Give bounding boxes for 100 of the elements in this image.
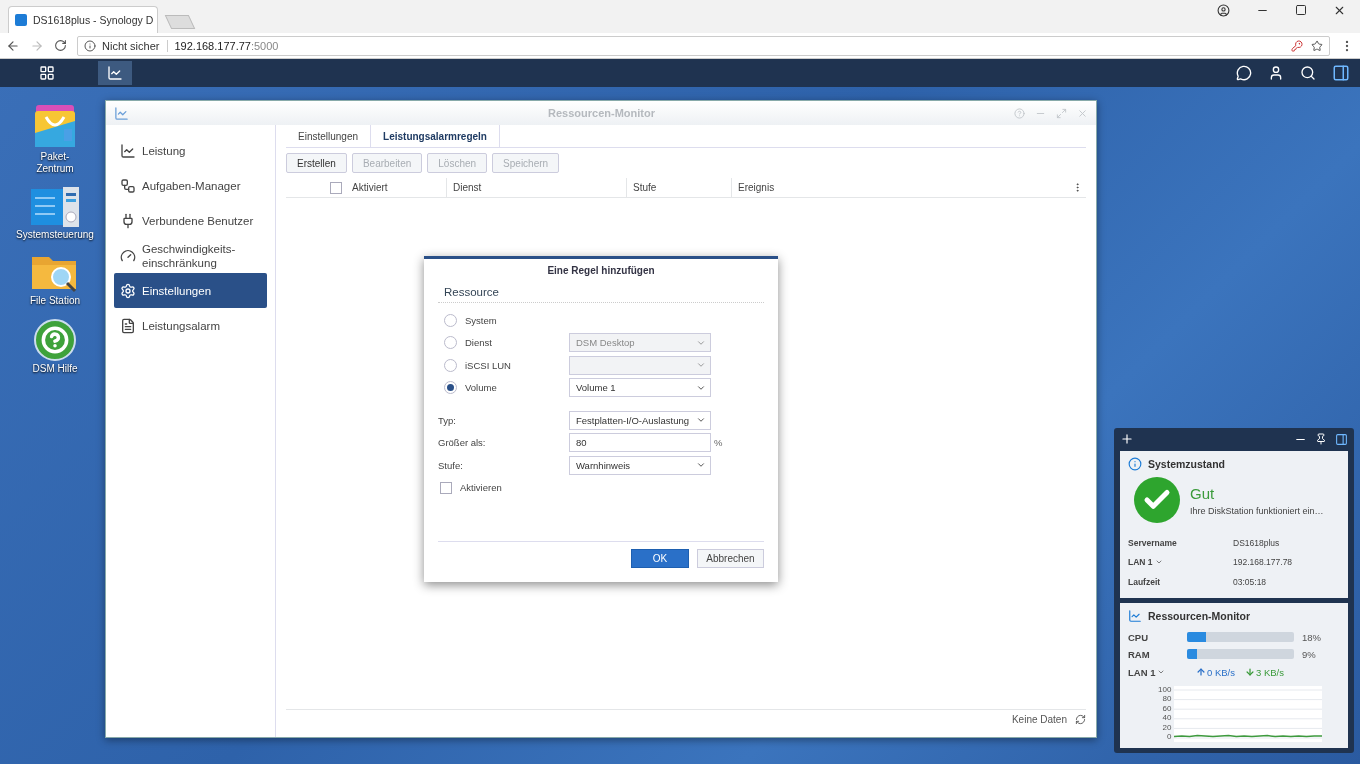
info-value: DS1618plus bbox=[1233, 537, 1281, 548]
select-all-checkbox[interactable] bbox=[330, 181, 342, 194]
list-document-icon bbox=[120, 317, 136, 334]
info-icon bbox=[1128, 457, 1142, 471]
dropdown[interactable]: Warnhinweis bbox=[569, 455, 711, 475]
field-label: Typ: bbox=[438, 414, 457, 426]
info-value: 03:05:18 bbox=[1233, 576, 1268, 587]
info-label[interactable]: LAN 1 bbox=[1128, 557, 1233, 568]
nodes-icon bbox=[120, 177, 136, 194]
field-label: Stufe: bbox=[438, 459, 464, 471]
status-text: Gut bbox=[1190, 484, 1216, 502]
desktop-icon-label[interactable]: Paket- Zentrum bbox=[36, 151, 74, 175]
star-icon[interactable] bbox=[1311, 39, 1323, 52]
help-icon[interactable] bbox=[34, 319, 76, 361]
column-header[interactable]: Ereignis bbox=[731, 178, 1072, 197]
dropdown[interactable]: Volume 1 bbox=[569, 378, 711, 398]
browser-tab[interactable]: DS1618plus - Synology D bbox=[8, 6, 158, 33]
sidebar-item[interactable]: Geschwindigkeits- einschränkung bbox=[114, 238, 267, 273]
axis-tick: 40 bbox=[1161, 714, 1172, 723]
add-icon[interactable] bbox=[1120, 432, 1134, 446]
radio-option[interactable]: iSCSI LUN bbox=[438, 358, 569, 372]
back-icon[interactable] bbox=[6, 38, 20, 53]
tab[interactable]: Einstellungen bbox=[286, 125, 372, 147]
info-label: Servername bbox=[1128, 537, 1178, 548]
axis-tick: 80 bbox=[1161, 695, 1172, 704]
desktop-icon-label[interactable]: File Station bbox=[30, 295, 80, 307]
unit-label: % bbox=[713, 437, 724, 449]
user-icon[interactable] bbox=[1268, 65, 1284, 81]
control-panel-icon[interactable] bbox=[31, 187, 79, 227]
meter-reading: 9% bbox=[1301, 648, 1317, 660]
reload-icon[interactable] bbox=[54, 39, 67, 52]
meter-label: RAM bbox=[1128, 648, 1151, 660]
column-header[interactable]: Dienst bbox=[446, 178, 626, 197]
refresh-icon[interactable] bbox=[1075, 714, 1086, 725]
chart-icon bbox=[107, 65, 123, 81]
download-arrow-icon bbox=[1245, 667, 1255, 677]
monitor-app-button[interactable] bbox=[98, 61, 132, 85]
check-icon bbox=[1134, 477, 1180, 523]
key-icon[interactable] bbox=[1291, 39, 1303, 52]
window-title: Ressourcen-Monitor bbox=[547, 107, 656, 119]
widgets-icon[interactable] bbox=[1332, 64, 1350, 82]
chat-icon[interactable] bbox=[1236, 65, 1252, 81]
meter-label: CPU bbox=[1128, 631, 1150, 643]
radio-option[interactable]: Volume bbox=[438, 381, 569, 395]
gauge-icon bbox=[120, 247, 136, 264]
grid-icon bbox=[39, 65, 55, 81]
sidebar-item[interactable]: Verbundene Benutzer bbox=[114, 203, 267, 238]
plug-icon bbox=[120, 212, 136, 229]
card-title: Ressourcen-Monitor bbox=[1148, 609, 1251, 622]
axis-tick: 0 bbox=[1165, 733, 1172, 742]
widgets-icon[interactable] bbox=[1335, 432, 1348, 446]
desktop-icon-label[interactable]: DSM Hilfe bbox=[32, 363, 78, 375]
toolbar-button[interactable]: Erstellen bbox=[286, 153, 347, 173]
lan-selector[interactable]: LAN 1 bbox=[1128, 666, 1186, 678]
sidebar-item[interactable]: Einstellungen bbox=[114, 273, 267, 308]
radio-option[interactable]: System bbox=[438, 313, 569, 327]
ok-button[interactable]: OK bbox=[631, 549, 689, 568]
maximize-icon[interactable] bbox=[1295, 4, 1307, 16]
tab[interactable]: Leistungsalarmregeln bbox=[371, 125, 500, 147]
info-value: 192.168.177.78 bbox=[1233, 557, 1294, 568]
dropdown[interactable]: Festplatten-I/O-Auslastung bbox=[569, 410, 711, 430]
meter-reading: 18% bbox=[1301, 631, 1322, 643]
close-icon[interactable] bbox=[1333, 4, 1346, 17]
upload-rate: 0 KB/s bbox=[1207, 666, 1235, 678]
section-title: Ressource bbox=[438, 286, 764, 303]
status-text: Keine Daten bbox=[1011, 714, 1067, 725]
sidebar-item[interactable]: Aufgaben-Manager bbox=[114, 168, 267, 203]
chart-icon bbox=[120, 142, 136, 159]
field-label: Größer als: bbox=[438, 437, 487, 449]
checkbox[interactable] bbox=[440, 481, 452, 494]
radio-option[interactable]: Dienst bbox=[438, 336, 569, 350]
sidebar-item[interactable]: Leistung bbox=[114, 133, 267, 168]
desktop-icon-label[interactable]: Systemsteuerung bbox=[16, 229, 94, 241]
favicon-icon bbox=[15, 14, 27, 26]
shopping-bag-icon[interactable] bbox=[32, 103, 78, 149]
checkbox-label[interactable]: Aktivieren bbox=[460, 482, 502, 494]
settings-icon bbox=[120, 282, 136, 299]
column-header[interactable]: Aktiviert bbox=[346, 178, 446, 197]
upload-arrow-icon bbox=[1196, 667, 1206, 677]
info-label: Laufzeit bbox=[1128, 576, 1162, 587]
column-header[interactable]: Stufe bbox=[626, 178, 731, 197]
search-icon[interactable] bbox=[1300, 65, 1316, 81]
axis-tick: 60 bbox=[1161, 704, 1172, 713]
download-rate: 3 KB/s bbox=[1256, 666, 1284, 678]
pin-icon[interactable] bbox=[1315, 433, 1327, 445]
input-field[interactable]: 80 bbox=[569, 433, 711, 453]
cancel-button[interactable]: Abbrechen bbox=[697, 549, 764, 568]
caret-icon bbox=[1157, 668, 1166, 676]
info-icon bbox=[84, 39, 96, 52]
address-bar[interactable]: Nicht sicher 192.168.177.77:5000 bbox=[77, 35, 1330, 56]
app-icon bbox=[114, 105, 129, 121]
profile-icon[interactable] bbox=[1217, 4, 1230, 17]
dialog-title: Eine Regel hinzufügen bbox=[546, 264, 656, 278]
sidebar-item[interactable]: Leistungsalarm bbox=[114, 308, 267, 343]
tab-title: DS1618plus - Synology D bbox=[33, 14, 154, 26]
monitor-icon bbox=[1128, 608, 1142, 623]
card-title: Systemzustand bbox=[1148, 458, 1226, 470]
axis-tick: 20 bbox=[1161, 723, 1172, 732]
axis-tick: 100 bbox=[1158, 685, 1172, 694]
status-message: Ihre DiskStation funktioniert ein… bbox=[1190, 505, 1324, 516]
